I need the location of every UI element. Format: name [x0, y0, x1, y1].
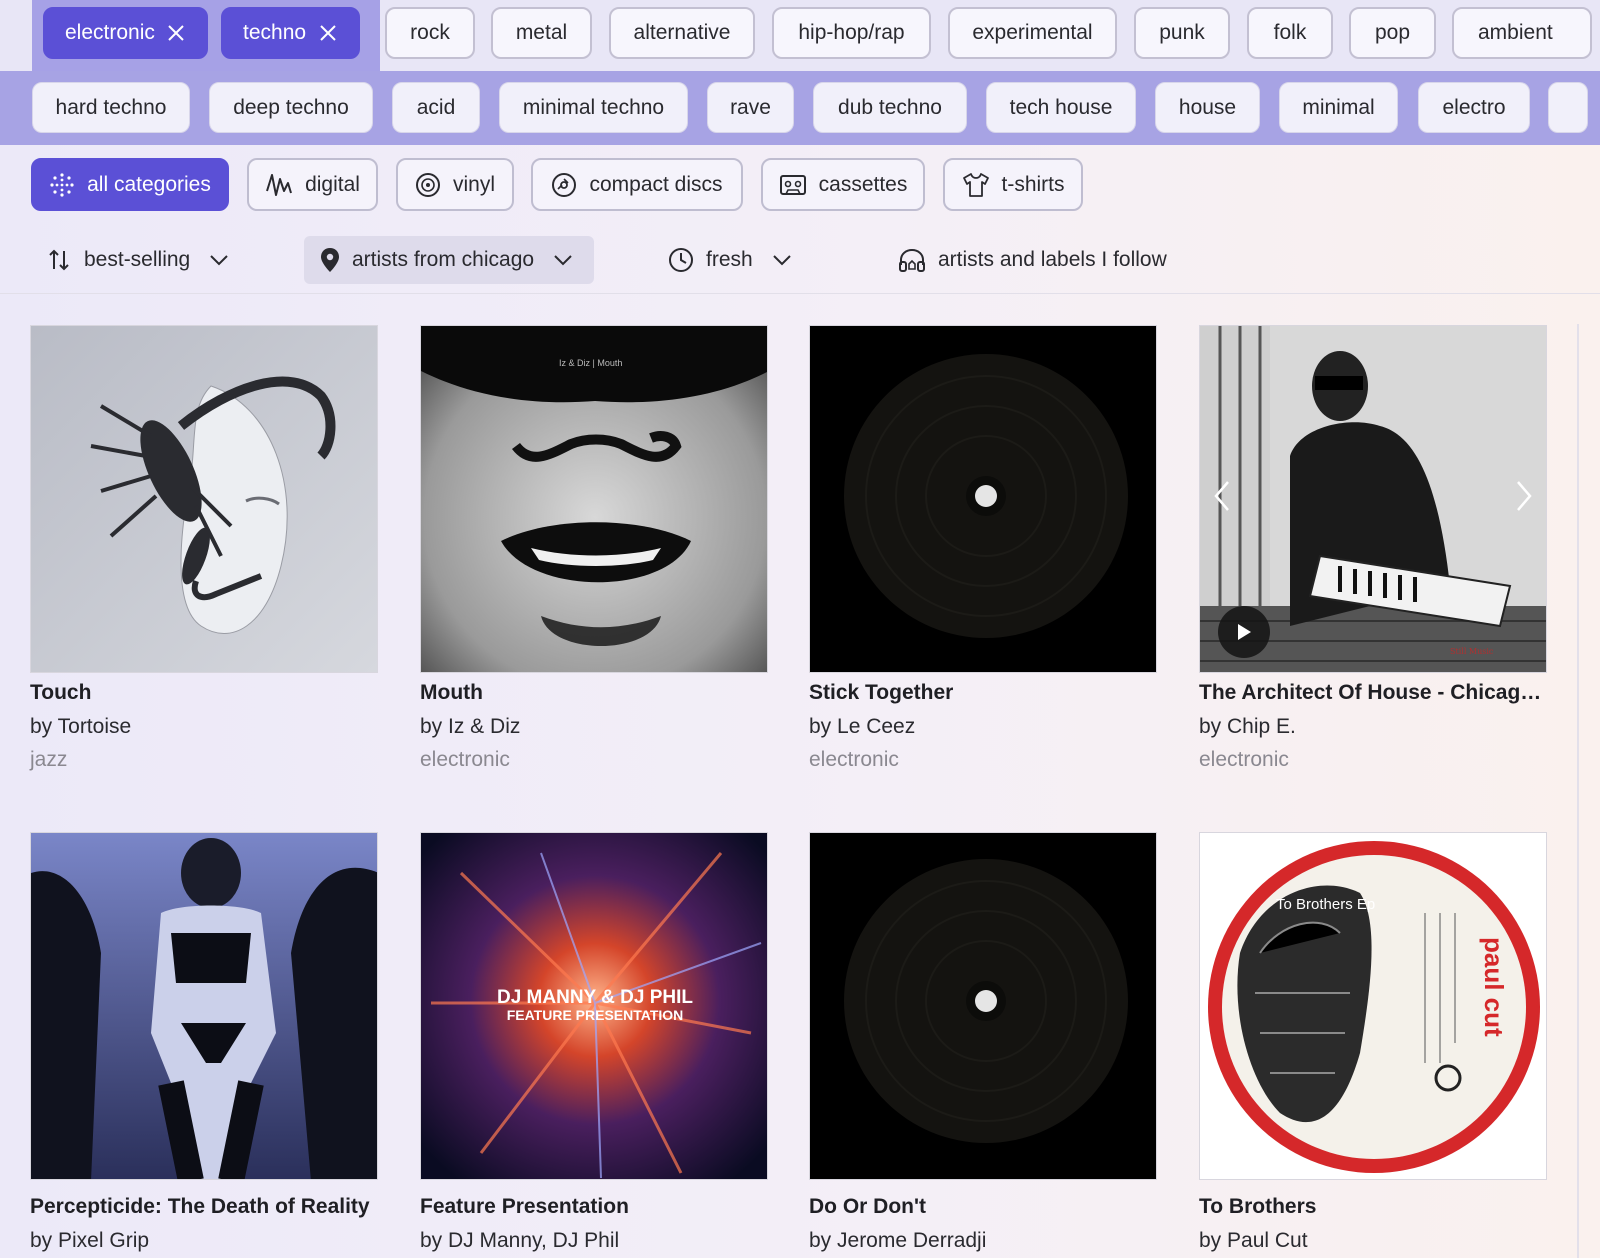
scrollbar-track	[1577, 324, 1579, 1258]
selected-tag-label: techno	[243, 21, 307, 44]
chevron-down-icon	[554, 255, 572, 266]
album-cover[interactable]	[30, 325, 378, 673]
album-artist[interactable]: by DJ Manny, DJ Phil	[420, 1229, 619, 1253]
subgenre-tag-deep-techno[interactable]: deep techno	[209, 82, 373, 133]
album-artist[interactable]: by Le Ceez	[809, 715, 915, 739]
subgenre-tag-minimal-techno[interactable]: minimal techno	[499, 82, 688, 133]
sort-label: best-selling	[84, 248, 191, 271]
album-title[interactable]: Do Or Don't	[809, 1195, 1157, 1219]
play-button[interactable]	[1218, 606, 1270, 658]
subgenre-tag-rave[interactable]: rave	[707, 82, 794, 133]
time-label: fresh	[706, 248, 753, 271]
genre-tag-hip-hop[interactable]: hip-hop/rap	[772, 7, 931, 59]
sort-dropdown[interactable]: best-selling	[30, 236, 246, 284]
format-t-shirts[interactable]: t-shirts	[943, 158, 1083, 211]
headphones-icon	[899, 248, 925, 272]
genre-tag-alternative[interactable]: alternative	[609, 7, 755, 59]
chevron-down-icon	[210, 255, 228, 266]
cover-text: DJ MANNY & DJ PHIL	[497, 987, 693, 1008]
subgenre-tag-hard-techno[interactable]: hard techno	[32, 82, 190, 133]
album-title[interactable]: Percepticide: The Death of Reality	[30, 1195, 378, 1219]
album-cover[interactable]: To Brothers Ep paul cut	[1199, 832, 1547, 1180]
album-genre: electronic	[809, 748, 899, 771]
vinyl-icon	[415, 172, 440, 197]
format-vinyl[interactable]: vinyl	[396, 158, 514, 211]
genre-tag-experimental[interactable]: experimental	[948, 7, 1117, 59]
format-label: vinyl	[452, 172, 495, 196]
sort-icon	[49, 249, 69, 271]
genre-tag-rock[interactable]: rock	[385, 7, 475, 59]
format-label: t-shirts	[1001, 172, 1065, 196]
album-cover[interactable]: Iz & Diz | Mouth	[420, 325, 768, 673]
genre-tag-folk[interactable]: folk	[1247, 7, 1333, 59]
format-all-categories[interactable]: all categories	[31, 158, 229, 211]
format-label: cassettes	[818, 172, 908, 196]
subgenre-tag-tech-house[interactable]: tech house	[986, 82, 1136, 133]
close-icon[interactable]	[318, 23, 338, 43]
subgenre-tag-house[interactable]: house	[1155, 82, 1260, 133]
genre-tag-metal[interactable]: metal	[491, 7, 592, 59]
follow-label: artists and labels I follow	[938, 248, 1167, 271]
album-artist[interactable]: by Pixel Grip	[30, 1229, 149, 1253]
format-cassettes[interactable]: cassettes	[761, 158, 925, 211]
cassette-icon	[779, 174, 806, 195]
waveform-icon	[266, 173, 293, 196]
album-genre: jazz	[30, 748, 68, 771]
album-artist[interactable]: by Tortoise	[30, 715, 131, 739]
album-title[interactable]: Mouth	[420, 681, 768, 705]
album-cover[interactable]	[809, 325, 1157, 673]
location-pin-icon	[321, 248, 339, 272]
selected-tag-techno[interactable]: techno	[221, 7, 360, 59]
subgenre-tag-more[interactable]	[1548, 82, 1588, 133]
album-artist[interactable]: by Jerome Derradji	[809, 1229, 986, 1253]
genre-tag-punk[interactable]: punk	[1134, 7, 1230, 59]
chevron-down-icon	[772, 255, 791, 266]
album-title[interactable]: Touch	[30, 681, 378, 705]
time-dropdown[interactable]: fresh	[652, 236, 809, 284]
cd-icon	[552, 172, 577, 197]
album-cover[interactable]	[809, 832, 1157, 1180]
follow-filter[interactable]: artists and labels I follow	[882, 236, 1183, 284]
album-artist[interactable]: by Iz & Diz	[420, 715, 520, 739]
svg-text:Still Music: Still Music	[1450, 647, 1494, 656]
genre-tag-ambient[interactable]: ambient	[1452, 7, 1592, 59]
chevron-left-icon[interactable]	[1208, 476, 1238, 516]
cover-text: To Brothers Ep	[1276, 896, 1375, 913]
subgenre-tag-electro[interactable]: electro	[1418, 82, 1530, 133]
play-icon	[1238, 624, 1251, 640]
subgenre-tag-minimal[interactable]: minimal	[1279, 82, 1398, 133]
album-genre: electronic	[1199, 748, 1289, 771]
album-cover[interactable]: Still Music	[1199, 325, 1547, 673]
format-digital[interactable]: digital	[247, 158, 378, 211]
album-genre: electronic	[420, 748, 510, 771]
subgenre-tag-acid[interactable]: acid	[392, 82, 480, 133]
cover-text: paul cut	[1479, 937, 1509, 1037]
album-title[interactable]: Stick Together	[809, 681, 1157, 705]
format-label: all categories	[87, 172, 211, 196]
location-label: artists from chicago	[352, 248, 535, 271]
album-cover[interactable]: DJ MANNY & DJ PHIL FEATURE PRESENTATION	[420, 832, 768, 1180]
cover-text: Iz & Diz | Mouth	[559, 358, 622, 368]
album-artist[interactable]: by Chip E.	[1199, 715, 1296, 739]
sparkle-icon	[50, 172, 74, 197]
album-title[interactable]: To Brothers	[1199, 1195, 1547, 1219]
divider	[0, 293, 1600, 294]
close-icon[interactable]	[166, 23, 186, 43]
format-compact-discs[interactable]: compact discs	[531, 158, 743, 211]
subgenre-tag-dub-techno[interactable]: dub techno	[813, 82, 967, 133]
album-artist[interactable]: by Paul Cut	[1199, 1229, 1308, 1253]
clock-icon	[669, 248, 693, 272]
chevron-right-icon[interactable]	[1508, 476, 1538, 516]
album-cover[interactable]	[30, 832, 378, 1180]
selected-tag-label: electronic	[65, 21, 155, 44]
genre-tag-pop[interactable]: pop	[1349, 7, 1436, 59]
cover-text: FEATURE PRESENTATION	[507, 1007, 684, 1023]
album-title[interactable]: Feature Presentation	[420, 1195, 768, 1219]
tshirt-icon	[962, 172, 989, 197]
selected-tag-electronic[interactable]: electronic	[43, 7, 208, 59]
location-dropdown[interactable]: artists from chicago	[304, 236, 594, 284]
album-title[interactable]: The Architect Of House - Chicago…	[1199, 681, 1547, 705]
format-label: digital	[305, 172, 360, 196]
format-label: compact discs	[589, 172, 723, 196]
